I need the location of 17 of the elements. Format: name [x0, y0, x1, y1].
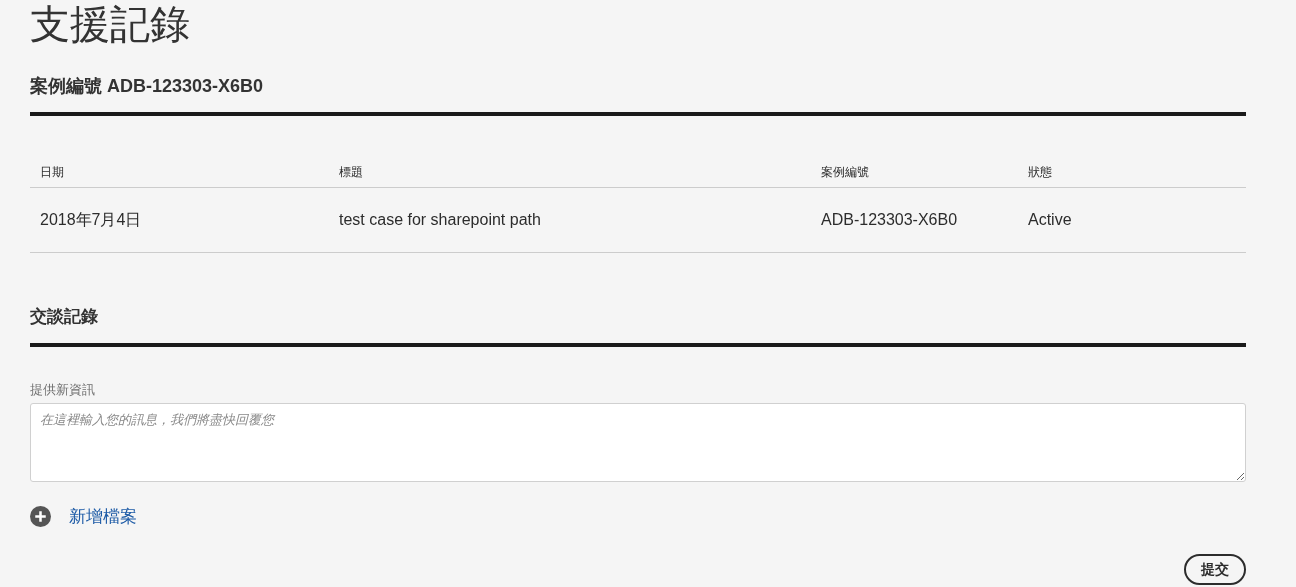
- section-heading: 案例編號 ADB-123303-X6B0: [30, 75, 265, 98]
- add-file-text[interactable]: 新增檔案: [69, 504, 137, 530]
- table-cell-text: 2018年7月4日: [40, 210, 143, 230]
- column-header: 標題: [339, 163, 364, 181]
- message-field[interactable]: 在這裡輸入您的訊息，我們將盡快回覆您: [30, 403, 1246, 482]
- field-label: 提供新資訊: [30, 381, 96, 399]
- column-header: 日期: [40, 163, 65, 181]
- column-header: 狀態: [1028, 163, 1053, 181]
- table-cell-text: test case for sharepoint path: [339, 210, 542, 230]
- table-cell-text: Active: [1028, 210, 1073, 230]
- table-cell-text: ADB-123303-X6B0: [821, 210, 959, 230]
- column-header: 案例編號: [821, 163, 870, 181]
- add-file-link[interactable]: 新增檔案: [30, 504, 137, 530]
- submit-button[interactable]: 提交: [1184, 554, 1246, 586]
- plus-circle-icon: [30, 506, 51, 528]
- page-title: 支援記錄: [30, 1, 191, 46]
- section-heading: 交談記錄: [30, 306, 99, 328]
